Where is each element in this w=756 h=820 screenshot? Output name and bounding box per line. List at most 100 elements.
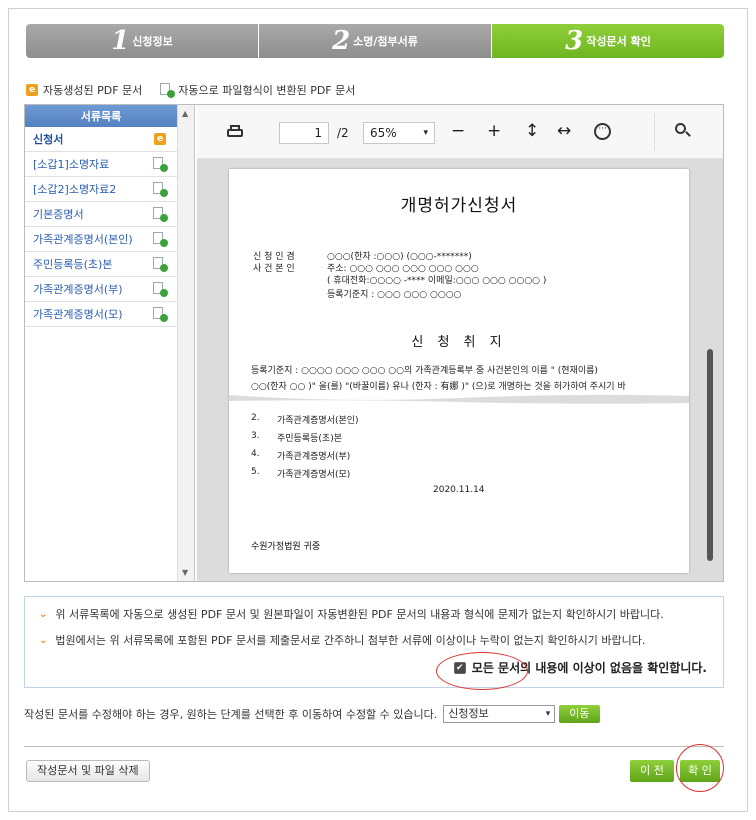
- applicant-label-2: 사 건 본 인: [253, 264, 295, 274]
- step-label: 작성문서 확인: [586, 35, 651, 48]
- converted-doc-icon: [153, 257, 168, 272]
- step-3-active: 3 작성문서 확인: [491, 24, 724, 58]
- chevron-down-icon: ▾: [545, 709, 551, 719]
- document-viewer: 서류목록 신청서 e [소갑1]소명자료 [소갑2]소명자료2 기본증명서 가족…: [24, 104, 724, 582]
- document-list-header: 서류목록: [25, 105, 177, 127]
- attachment-no: 3.: [251, 431, 260, 441]
- page-total: /2: [337, 126, 349, 140]
- fit-width-button[interactable]: ↔: [557, 121, 571, 141]
- fit-height-button[interactable]: ↕: [525, 121, 539, 141]
- list-scrollbar[interactable]: ▲ ▼: [177, 105, 194, 581]
- step-number: 2: [332, 26, 351, 56]
- step-progress-bar: 1 신청정보 2 소명/첨부서류 3 작성문서 확인: [26, 24, 724, 58]
- legend-auto-pdf: e 자동생성된 PDF 문서: [26, 82, 142, 98]
- list-item[interactable]: 주민등록등(초)본: [25, 252, 177, 277]
- chevron-down-icon: ⌄: [39, 608, 48, 620]
- list-item[interactable]: 기본증명서: [25, 202, 177, 227]
- search-icon[interactable]: [675, 123, 691, 137]
- list-item[interactable]: 신청서 e: [25, 127, 177, 152]
- list-item-label: 신청서: [33, 133, 64, 146]
- page-number-input[interactable]: 1: [279, 122, 329, 144]
- step-select-value: 신청정보: [448, 707, 489, 720]
- scroll-down-icon[interactable]: ▼: [182, 568, 188, 577]
- purpose-line-2: ○○(한자 ○○ )" 을(를) "(바꿀이름) 유나 (한자 : 有娜 )" …: [251, 382, 626, 392]
- notice-text: 법원에서는 위 서류목록에 포함된 PDF 문서를 제출문서로 간주하니 첨부한…: [55, 634, 646, 647]
- zoom-out-button[interactable]: −: [451, 121, 465, 141]
- list-item-label: 가족관계증명서(모): [33, 308, 123, 321]
- list-item-label: 가족관계증명서(본인): [33, 233, 133, 246]
- list-item[interactable]: [소갑2]소명자료2: [25, 177, 177, 202]
- converted-doc-icon: [153, 207, 168, 222]
- converted-doc-icon: [153, 307, 168, 322]
- applicant-registry: 등록기준지 : ○○○ ○○○ ○○○○: [327, 290, 462, 300]
- list-item[interactable]: 가족관계증명서(부): [25, 277, 177, 302]
- converted-doc-icon: [153, 232, 168, 247]
- court-addressee: 수원가정법원 귀중: [251, 542, 321, 552]
- step-label: 소명/첨부서류: [353, 35, 418, 48]
- legend-converted-pdf-label: 자동으로 파일형식이 변환된 PDF 문서: [178, 84, 356, 97]
- modify-instructions: 작성된 문서를 수정해야 하는 경우, 원하는 단계를 선택한 후 이동하여 수…: [24, 708, 438, 721]
- attachment-label: 가족관계증명서(본인): [277, 416, 359, 426]
- modify-step-row: 작성된 문서를 수정해야 하는 경우, 원하는 단계를 선택한 후 이동하여 수…: [24, 705, 600, 723]
- prev-button[interactable]: 이 전: [630, 760, 674, 782]
- step-number: 3: [565, 26, 584, 56]
- list-item-label: [소갑2]소명자료2: [33, 183, 117, 196]
- document-date: 2020.11.14: [433, 485, 485, 495]
- attachment-no: 4.: [251, 449, 260, 459]
- notice-line: ⌄ 위 서류목록에 자동으로 생성된 PDF 문서 및 원본파일이 자동변환된 …: [39, 603, 709, 625]
- toolbar-divider: [654, 113, 655, 151]
- annotation-circle: [436, 652, 528, 690]
- document-list-panel: 서류목록 신청서 e [소갑1]소명자료 [소갑2]소명자료2 기본증명서 가족…: [25, 105, 195, 581]
- pdf-toolbar: 1 /2 65% ▾ − + ↕ ↔ ···: [197, 105, 723, 159]
- document-scrollbar[interactable]: [707, 349, 713, 561]
- auto-pdf-icon: e: [26, 84, 38, 96]
- pdf-page: 개명허가신청서 신 청 인 겸 사 건 본 인 ○○○(한자 :○○○) (○○…: [229, 169, 689, 573]
- list-item-label: [소갑1]소명자료: [33, 158, 110, 171]
- more-options-icon[interactable]: ···: [594, 123, 611, 140]
- step-2: 2 소명/첨부서류: [258, 24, 491, 58]
- auto-pdf-icon: e: [154, 133, 166, 145]
- attachment-no: 2.: [251, 413, 260, 423]
- chevron-down-icon: ▾: [423, 128, 428, 138]
- move-button[interactable]: 이동: [559, 705, 600, 723]
- converted-doc-icon: [160, 83, 176, 98]
- zoom-value: 65%: [370, 126, 397, 140]
- list-item-label: 기본증명서: [33, 208, 84, 221]
- page-tear-divider: [229, 394, 689, 404]
- legend-auto-pdf-label: 자동생성된 PDF 문서: [43, 84, 143, 97]
- step-label: 신청정보: [132, 35, 173, 48]
- purpose-line-1: 등록기준지 : ○○○○ ○○○ ○○○ ○○의 가족관계등록부 중 사건본인의…: [251, 366, 598, 376]
- attachment-label: 가족관계증명서(모): [277, 470, 351, 480]
- step-number: 1: [111, 26, 130, 56]
- list-item[interactable]: [소갑1]소명자료: [25, 152, 177, 177]
- annotation-circle: [676, 744, 724, 792]
- section-title: 신 청 취 지: [411, 335, 507, 350]
- divider: [24, 746, 724, 747]
- attachment-no: 5.: [251, 467, 260, 477]
- attachment-label: 주민등록등(초)본: [277, 434, 342, 444]
- applicant-contact: ( 휴대전화:○○○○ -**** 이메일:○○○ ○○○ ○○○○ ): [327, 276, 547, 286]
- legend-converted-pdf: 자동으로 파일형식이 변환된 PDF 문서: [160, 82, 355, 98]
- confirmation-box: ⌄ 위 서류목록에 자동으로 생성된 PDF 문서 및 원본파일이 자동변환된 …: [24, 596, 724, 688]
- converted-doc-icon: [153, 157, 168, 172]
- pdf-viewer: 1 /2 65% ▾ − + ↕ ↔ ··· 개명허가신청서 신 청 인 겸 사…: [197, 105, 723, 581]
- chevron-down-icon: ⌄: [39, 634, 48, 646]
- converted-doc-icon: [153, 282, 168, 297]
- step-select[interactable]: 신청정보 ▾: [443, 705, 556, 723]
- step-1: 1 신청정보: [26, 24, 258, 58]
- zoom-in-button[interactable]: +: [487, 121, 501, 141]
- document-title: 개명허가신청서: [400, 196, 518, 216]
- list-item-label: 주민등록등(초)본: [33, 258, 113, 271]
- notice-line: ⌄ 법원에서는 위 서류목록에 포함된 PDF 문서를 제출문서로 간주하니 첨…: [39, 629, 709, 651]
- notice-text: 위 서류목록에 자동으로 생성된 PDF 문서 및 원본파일이 자동변환된 PD…: [55, 608, 664, 621]
- delete-documents-button[interactable]: 작성문서 및 파일 삭제: [26, 760, 150, 782]
- list-item[interactable]: 가족관계증명서(모): [25, 302, 177, 327]
- converted-doc-icon: [153, 182, 168, 197]
- list-item[interactable]: 가족관계증명서(본인): [25, 227, 177, 252]
- zoom-select[interactable]: 65% ▾: [363, 122, 435, 144]
- icon-legend: e 자동생성된 PDF 문서 자동으로 파일형식이 변환된 PDF 문서: [26, 82, 373, 98]
- print-icon[interactable]: [227, 125, 243, 139]
- attachment-label: 가족관계증명서(부): [277, 452, 351, 462]
- list-item-label: 가족관계증명서(부): [33, 283, 123, 296]
- scroll-up-icon[interactable]: ▲: [182, 109, 188, 118]
